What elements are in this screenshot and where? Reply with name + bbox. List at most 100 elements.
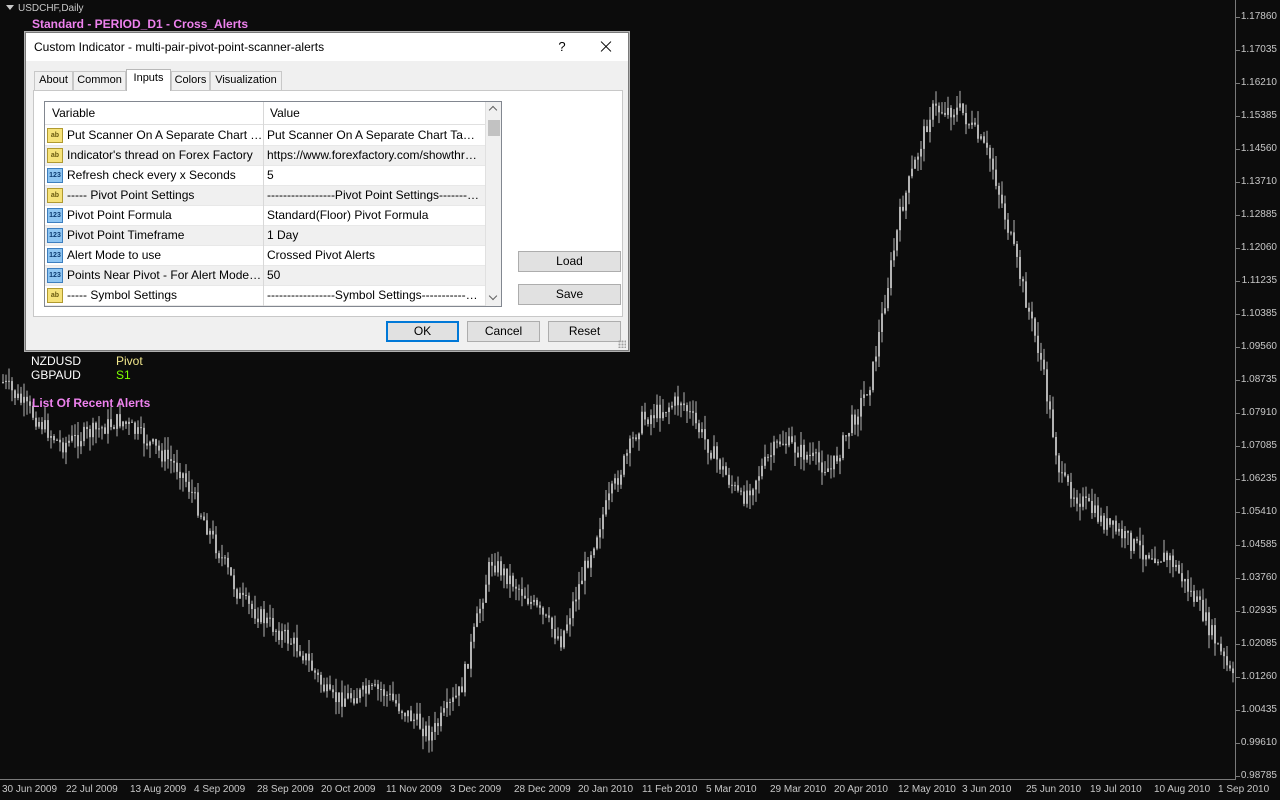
table-row[interactable]: 123 Refresh check every x Seconds 5	[45, 166, 485, 186]
candle-body	[1103, 515, 1105, 530]
price-label: 1.07910	[1240, 407, 1277, 418]
candle-body	[209, 530, 211, 535]
candle-body	[1091, 500, 1093, 513]
candle-body	[1073, 497, 1075, 499]
load-button[interactable]: Load	[518, 251, 621, 272]
table-row[interactable]: ab Put Scanner On A Separate Chart Tab...…	[45, 126, 485, 146]
save-button[interactable]: Save	[518, 284, 621, 305]
scanner-symbol-2[interactable]: GBPAUD	[31, 368, 81, 382]
close-icon[interactable]	[595, 37, 617, 57]
inputs-grid: Variable Value ab Put Scanner On A Separa…	[44, 101, 502, 307]
chart-symbol-tab[interactable]: USDCHF,Daily	[0, 3, 84, 17]
candle-body	[11, 381, 13, 391]
row-value[interactable]: 5	[267, 166, 481, 185]
row-value[interactable]: 50	[267, 266, 481, 285]
candle-body	[659, 404, 661, 419]
table-row[interactable]: ab ----- Pivot Point Settings ------------…	[45, 186, 485, 206]
row-value[interactable]: Crossed Pivot Alerts	[267, 246, 481, 265]
candle-body	[1139, 540, 1141, 546]
table-row[interactable]: 123 Points Near Pivot - For Alert Mode Ne…	[45, 266, 485, 286]
tab-common[interactable]: Common	[73, 71, 126, 90]
candle-body	[128, 421, 130, 424]
table-row[interactable]: 123 Alert Mode to use Crossed Pivot Alerts	[45, 246, 485, 266]
price-label: 1.11235	[1241, 275, 1277, 286]
candle-body	[1196, 596, 1198, 602]
table-row[interactable]: 123 Pivot Point Timeframe 1 Day	[45, 226, 485, 246]
price-label: 1.00435	[1240, 704, 1277, 715]
candle-body	[599, 529, 601, 538]
candle-body	[863, 394, 865, 399]
row-value[interactable]: -----------------Pivot Point Settings---…	[267, 186, 481, 205]
column-variable[interactable]: Variable	[45, 102, 263, 125]
scroll-thumb[interactable]	[488, 120, 500, 136]
time-label: 28 Dec 2009	[514, 784, 571, 795]
price-label: 1.15385	[1240, 110, 1277, 121]
candle-body	[29, 401, 31, 406]
candle-body	[44, 420, 46, 430]
time-label: 19 Jul 2010	[1090, 784, 1142, 795]
tab-inputs[interactable]: Inputs	[126, 69, 171, 91]
candle-body	[308, 653, 310, 661]
row-variable: Indicator's thread on Forex Factory	[67, 148, 253, 162]
candle-body	[260, 609, 262, 623]
candle-body	[1076, 497, 1078, 504]
column-value[interactable]: Value	[263, 102, 485, 125]
price-tick	[1236, 479, 1240, 480]
scanner-level-2[interactable]: S1	[116, 368, 131, 382]
reset-button[interactable]: Reset	[548, 321, 621, 342]
row-value[interactable]: Put Scanner On A Separate Chart Tab Fro.…	[267, 126, 481, 145]
candle-body	[197, 492, 199, 516]
candle-body	[113, 427, 115, 429]
candle-body	[422, 728, 424, 737]
ok-button[interactable]: OK	[386, 321, 459, 342]
price-tick	[1236, 446, 1240, 447]
scanner-level-1[interactable]: Pivot	[116, 354, 143, 368]
candle-body	[290, 643, 292, 645]
candle-body	[488, 562, 490, 585]
candle-body	[587, 560, 589, 568]
scroll-up-icon[interactable]	[486, 102, 501, 118]
candle-body	[281, 631, 283, 640]
candle-body	[461, 686, 463, 693]
row-value[interactable]: Standard(Floor) Pivot Formula	[267, 206, 481, 225]
candle-body	[590, 555, 592, 568]
dialog-titlebar[interactable]: Custom Indicator - multi-pair-pivot-poin…	[26, 33, 628, 61]
price-label: 1.05410	[1240, 506, 1277, 517]
candle-body	[362, 685, 364, 690]
candle-body	[56, 439, 58, 441]
candle-body	[674, 396, 676, 406]
cancel-button[interactable]: Cancel	[467, 321, 540, 342]
candle-body	[836, 455, 838, 462]
candle-body	[1118, 528, 1120, 532]
candle-body	[98, 428, 100, 430]
price-label: 1.06235	[1240, 473, 1277, 484]
candle-body	[1055, 436, 1057, 456]
help-button[interactable]: ?	[552, 37, 572, 57]
table-row[interactable]: ab Indicator's thread on Forex Factory htt…	[45, 146, 485, 166]
row-value[interactable]: 1 Day	[267, 226, 481, 245]
scroll-down-icon[interactable]	[486, 290, 501, 306]
string-type-icon: ab	[47, 288, 63, 303]
table-row[interactable]: 123 Pivot Point Formula Standard(Floor) Pi…	[45, 206, 485, 226]
price-tick	[1236, 578, 1240, 579]
candle-body	[572, 601, 574, 619]
candle-body	[1199, 596, 1201, 600]
price-tick	[1236, 776, 1240, 777]
tab-colors[interactable]: Colors	[171, 71, 210, 90]
table-row[interactable]: ab ----- Symbol Settings -----------------…	[45, 286, 485, 306]
row-value[interactable]: https://www.forexfactory.com/showthread.…	[267, 146, 481, 165]
candle-body	[125, 421, 127, 424]
scanner-symbol-1[interactable]: NZDUSD	[31, 354, 81, 368]
candle-body	[1037, 335, 1039, 353]
tab-visualization[interactable]: Visualization	[210, 71, 282, 90]
candle-body	[1043, 359, 1045, 370]
candle-body	[1172, 555, 1174, 568]
row-variable: ----- Pivot Point Settings	[67, 188, 195, 202]
candle-body	[1232, 668, 1234, 674]
candle-body	[968, 124, 970, 126]
resize-grip-icon[interactable]	[618, 340, 626, 348]
candle-body	[788, 436, 790, 446]
row-value[interactable]: -----------------Symbol Settings--------…	[267, 286, 481, 305]
grid-scrollbar[interactable]	[485, 102, 501, 306]
tab-about[interactable]: About	[34, 71, 73, 90]
